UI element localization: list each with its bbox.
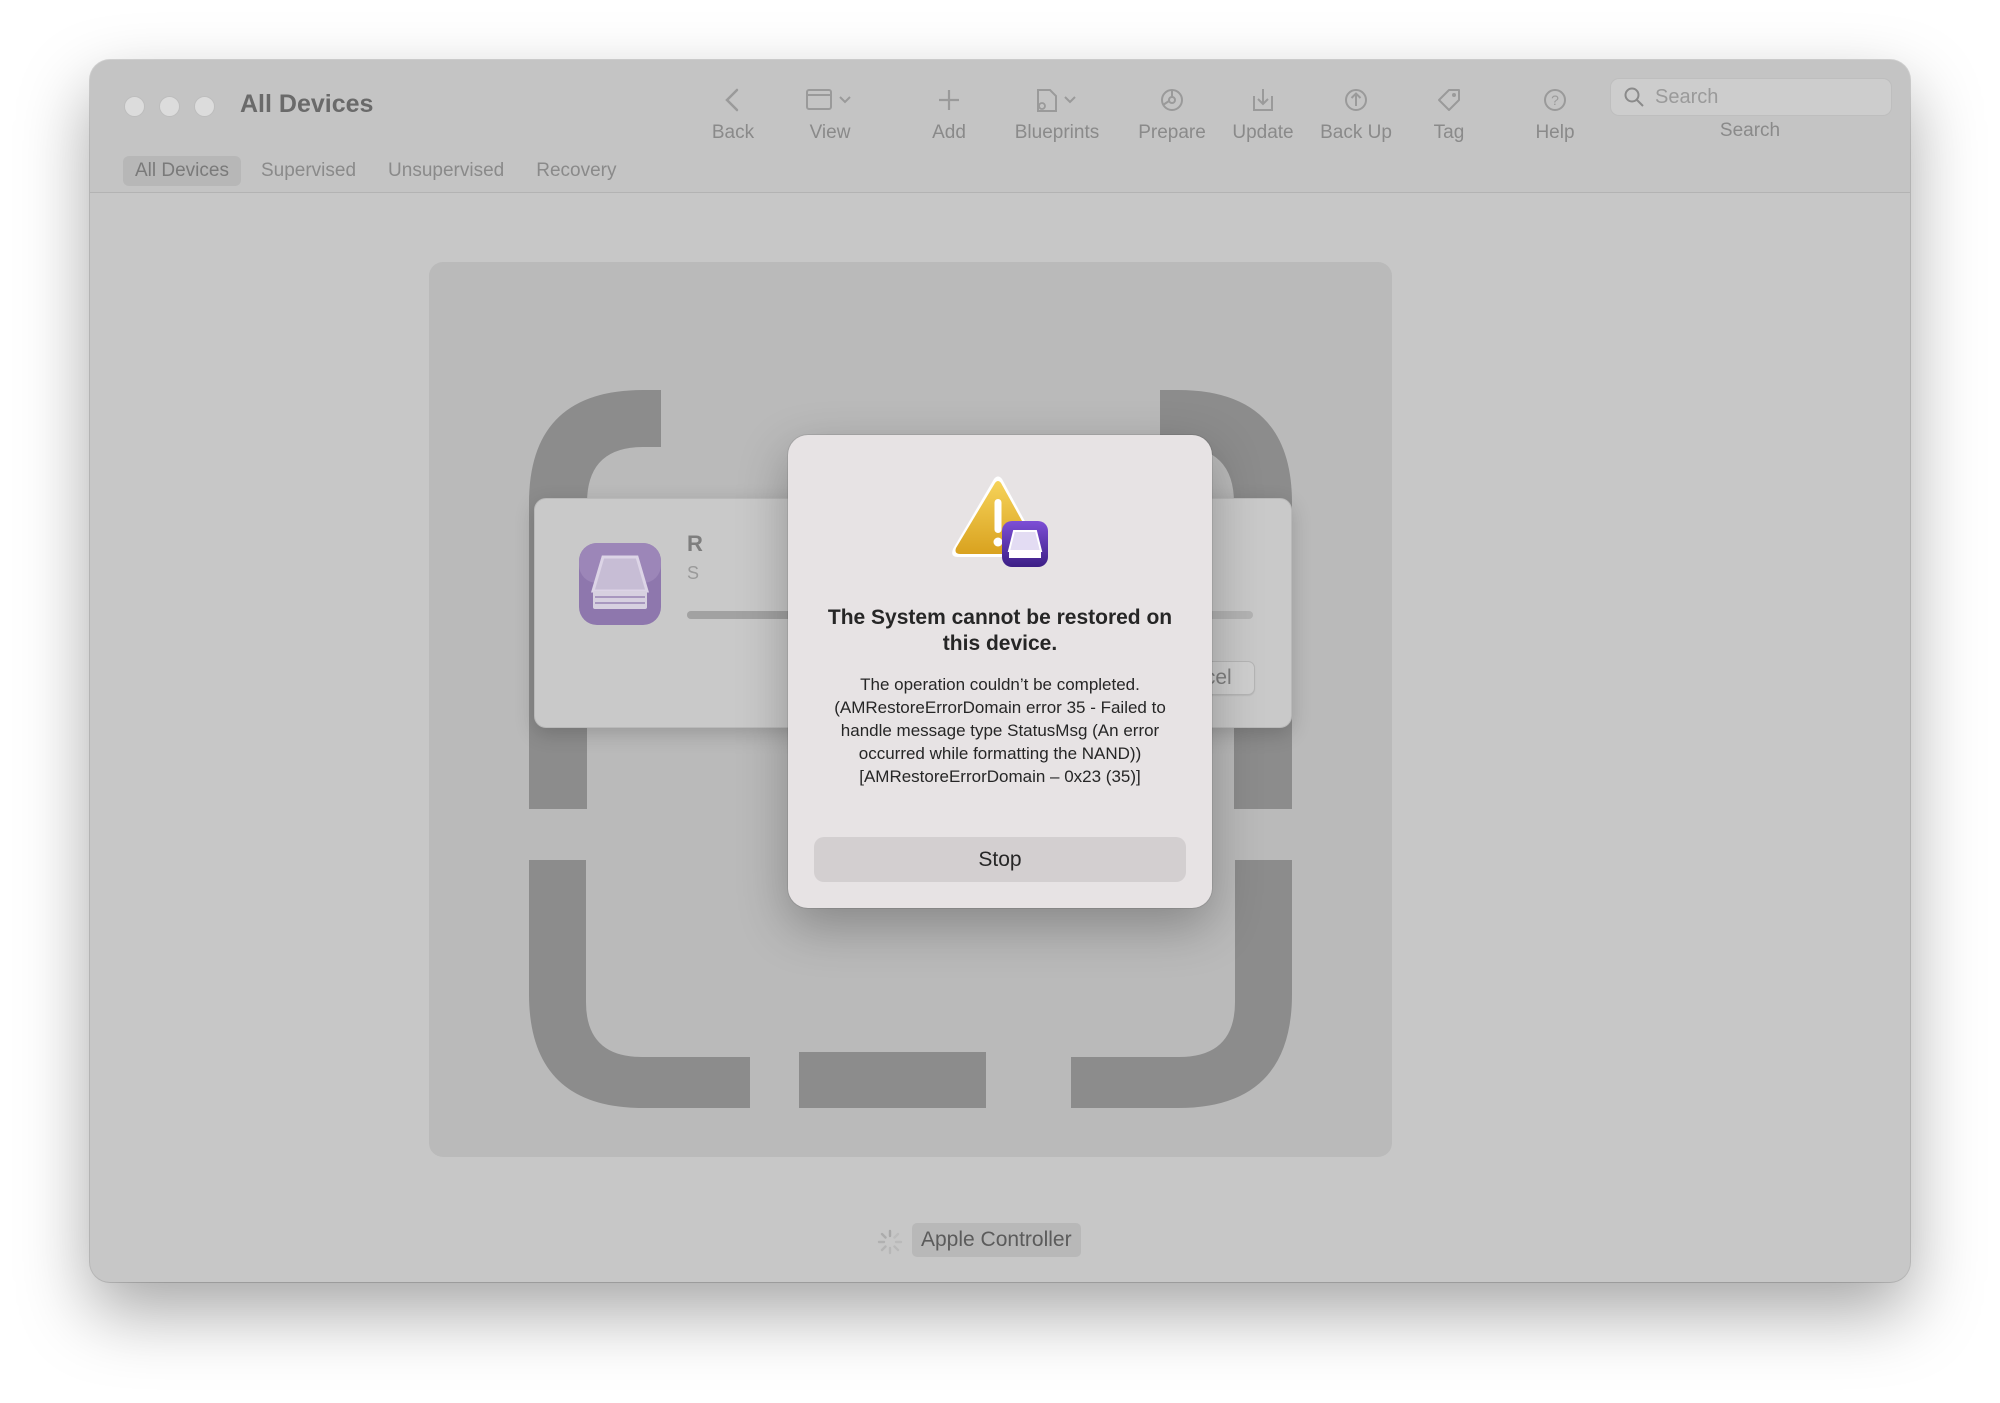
help-label: Help bbox=[1535, 122, 1575, 143]
add-button[interactable]: Add bbox=[899, 84, 999, 144]
backup-label: Back Up bbox=[1320, 122, 1392, 143]
plus-icon bbox=[939, 90, 959, 110]
chevron-left-icon bbox=[725, 88, 739, 112]
tag-label: Tag bbox=[1433, 122, 1465, 143]
blueprints-label: Blueprints bbox=[1014, 122, 1100, 143]
tab-recovery[interactable]: Recovery bbox=[524, 156, 628, 186]
svg-text:?: ? bbox=[1551, 92, 1559, 108]
backup-arrow-circle-icon bbox=[1345, 89, 1367, 111]
progress-status: S bbox=[687, 563, 700, 583]
prepare-button[interactable]: Prepare bbox=[1122, 84, 1222, 144]
alert-title: The System cannot be restored on this de… bbox=[827, 606, 1173, 655]
search-label: Search bbox=[1719, 120, 1781, 141]
restore-error-alert: The System cannot be restored on this de… bbox=[788, 435, 1212, 908]
tab-all-devices[interactable]: All Devices bbox=[123, 156, 241, 186]
back-button[interactable]: Back bbox=[683, 84, 783, 144]
add-label: Add bbox=[932, 122, 966, 143]
apple-configurator-app-icon bbox=[579, 543, 661, 625]
search-icon bbox=[1624, 87, 1644, 107]
device-name-label[interactable]: Apple Controller bbox=[912, 1223, 1081, 1257]
help-button[interactable]: ? Help bbox=[1505, 84, 1605, 144]
tab-supervised[interactable]: Supervised bbox=[249, 156, 368, 186]
loading-spinner-icon bbox=[877, 1229, 903, 1255]
search-field[interactable] bbox=[1610, 78, 1892, 116]
backup-button[interactable]: Back Up bbox=[1306, 84, 1406, 144]
window-title: All Devices bbox=[240, 90, 374, 118]
progress-title: R bbox=[687, 531, 703, 556]
window-controls bbox=[124, 96, 215, 117]
tab-unsupervised[interactable]: Unsupervised bbox=[376, 156, 516, 186]
alert-message: The operation couldn’t be completed. (AM… bbox=[834, 675, 1166, 786]
zoom-window-button[interactable] bbox=[194, 96, 215, 117]
minimize-window-button[interactable] bbox=[159, 96, 180, 117]
close-window-button[interactable] bbox=[124, 96, 145, 117]
back-label: Back bbox=[711, 122, 755, 143]
update-label: Update bbox=[1232, 122, 1294, 143]
toolbar: All Devices Back View Add Blueprints Pre… bbox=[90, 60, 1910, 193]
view-label: View bbox=[809, 122, 851, 143]
stop-button[interactable]: Stop bbox=[814, 837, 1186, 882]
search-input[interactable] bbox=[1653, 84, 1877, 110]
warning-with-configurator-icon bbox=[952, 476, 1048, 567]
tag-button[interactable]: Tag bbox=[1399, 84, 1499, 144]
download-tray-icon bbox=[1253, 89, 1273, 111]
blueprints-button[interactable]: Blueprints bbox=[1007, 84, 1107, 144]
prepare-label: Prepare bbox=[1138, 122, 1206, 143]
blueprint-icon bbox=[1037, 89, 1076, 112]
prepare-gear-icon bbox=[1161, 89, 1183, 111]
view-button[interactable]: View bbox=[780, 84, 880, 144]
window-view-icon bbox=[806, 89, 851, 110]
update-button[interactable]: Update bbox=[1213, 84, 1313, 144]
tag-icon bbox=[1438, 89, 1460, 111]
scope-tabs: All Devices Supervised Unsupervised Reco… bbox=[123, 156, 628, 186]
help-question-icon: ? bbox=[1544, 89, 1566, 111]
